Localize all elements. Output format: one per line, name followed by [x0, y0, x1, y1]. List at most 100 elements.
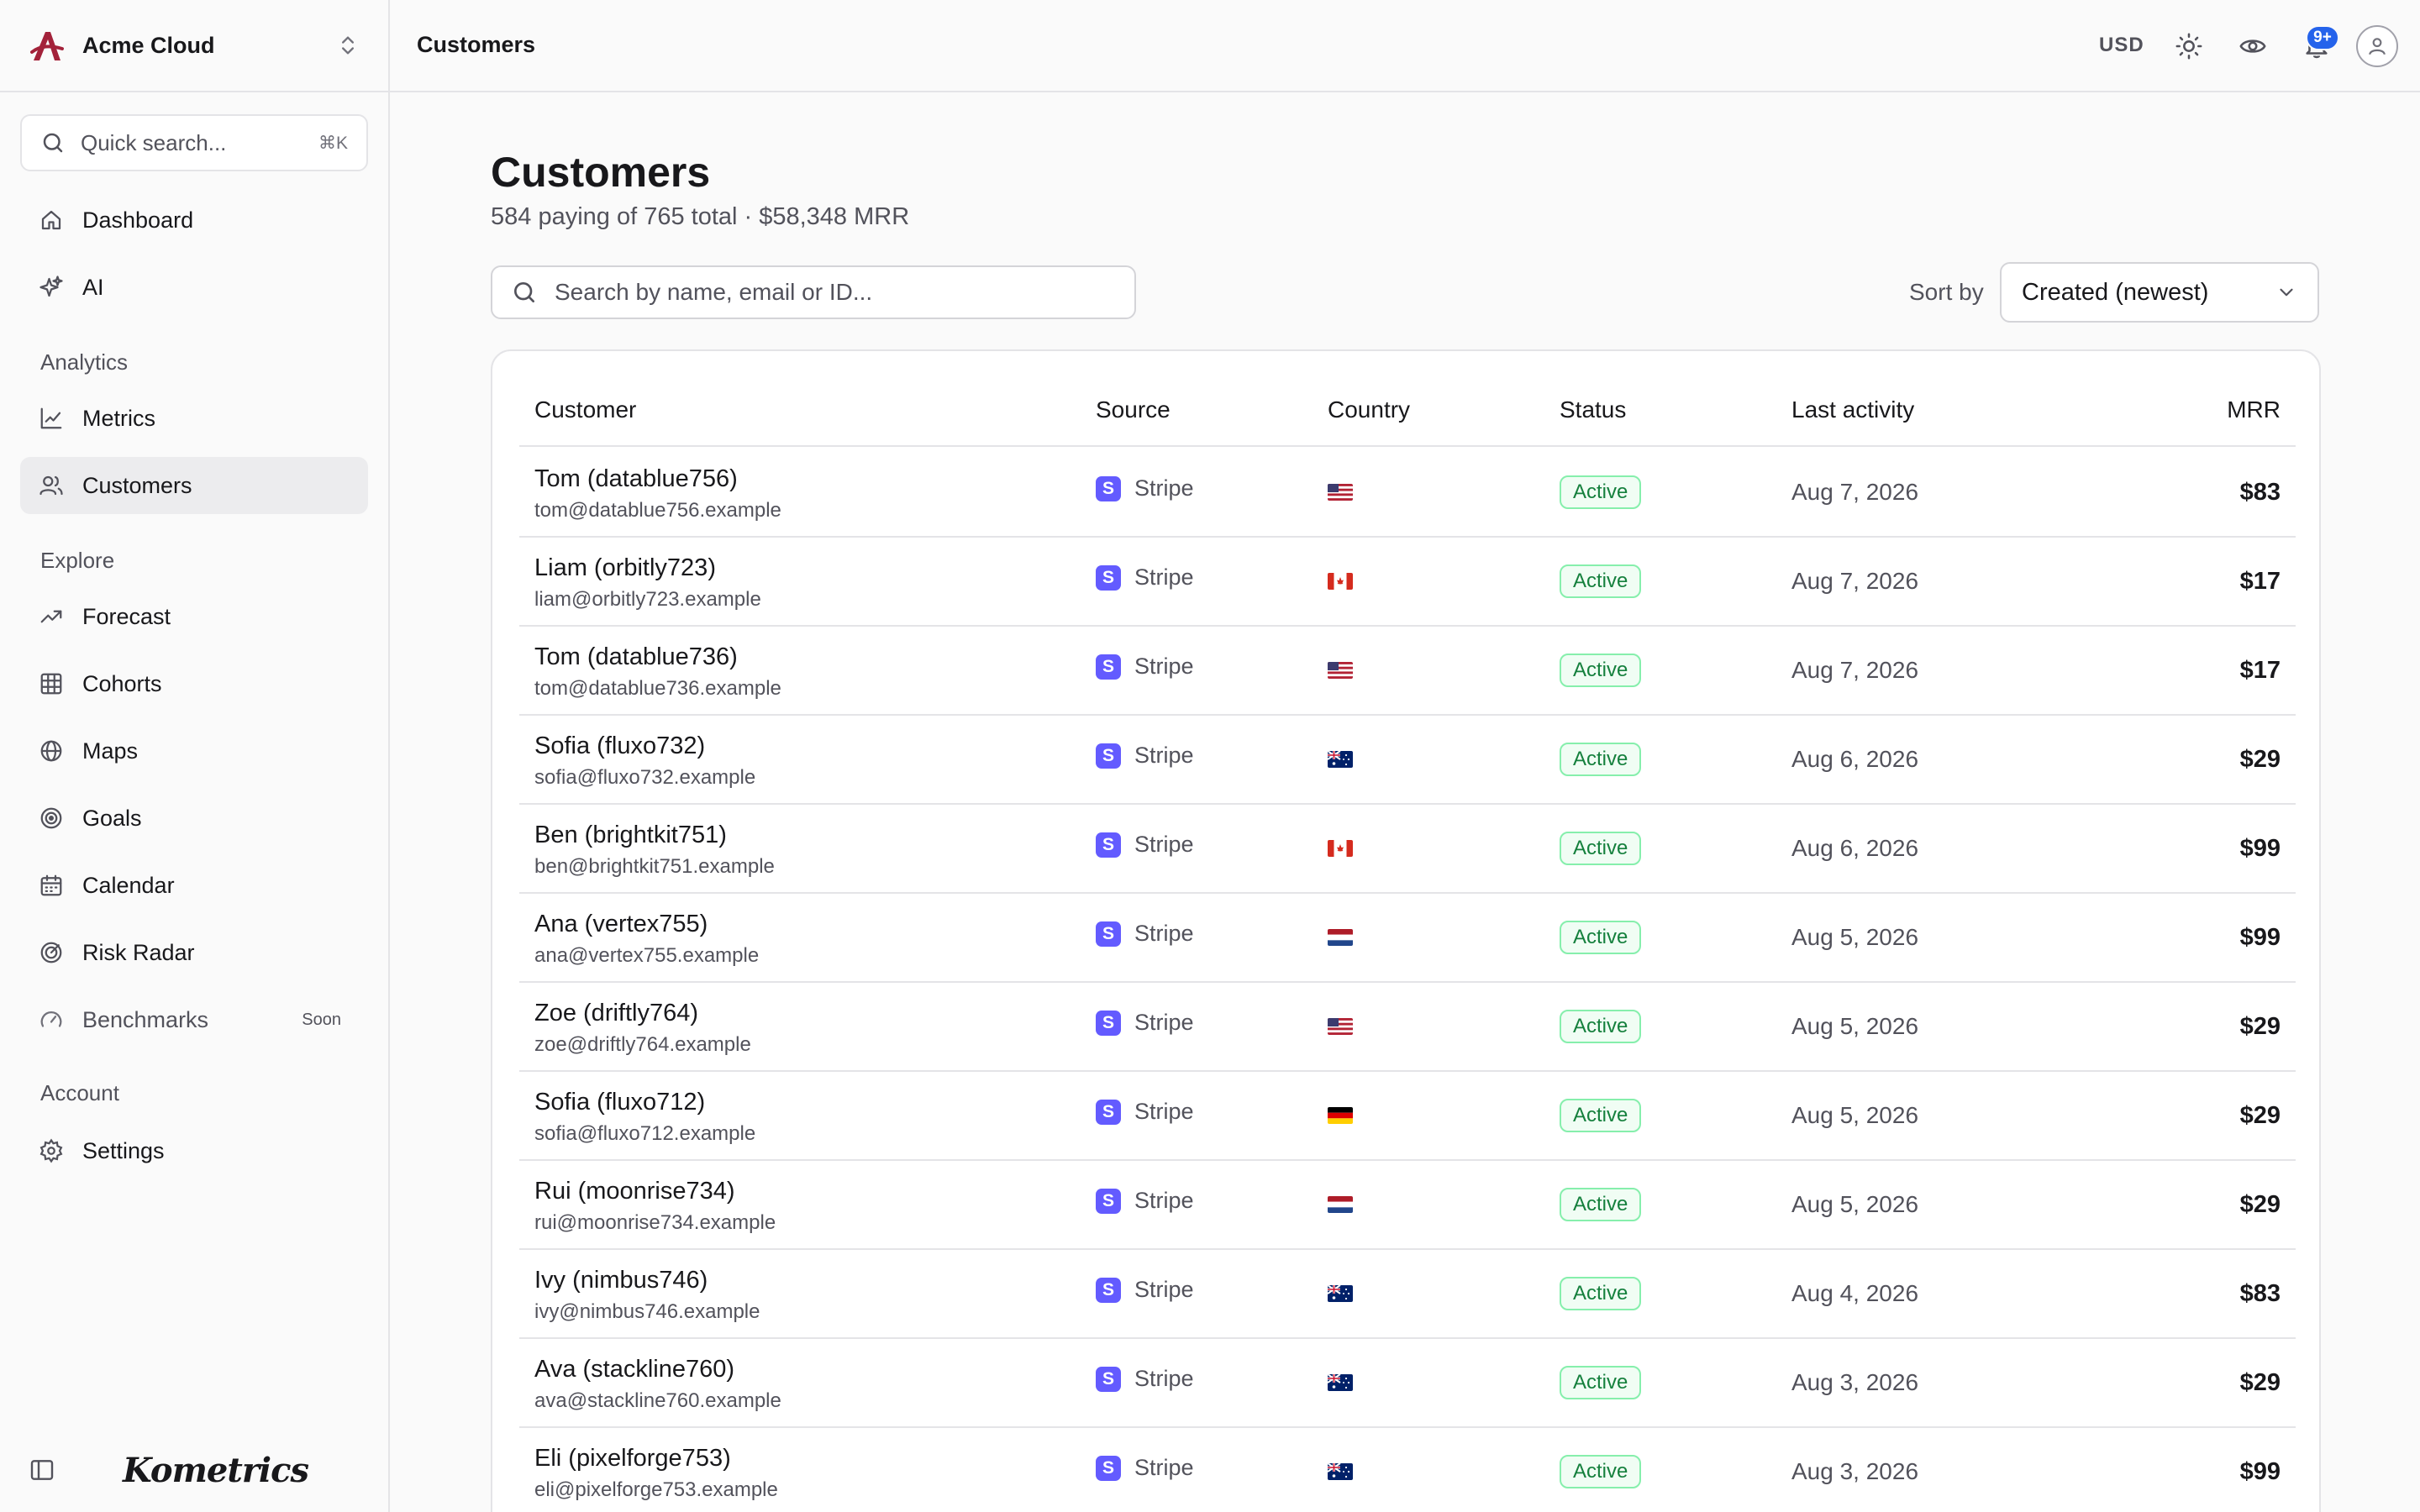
column-header-source[interactable]: Source [1096, 396, 1171, 423]
status-badge: Active [1560, 743, 1642, 776]
table-row[interactable]: Tom (datablue756) tom@datablue756.example… [519, 449, 2296, 538]
customer-name[interactable]: Sofia (fluxo732) [534, 732, 705, 760]
stripe-icon: S [1096, 1099, 1121, 1125]
customer-search-input[interactable] [555, 279, 1116, 306]
sidebar-item-benchmarks[interactable]: Benchmarks Soon [20, 991, 368, 1048]
customer-name[interactable]: Liam (orbitly723) [534, 554, 716, 582]
trending-up-icon [40, 610, 62, 623]
target-icon [40, 807, 62, 829]
section-label-account: Account [40, 1080, 119, 1105]
sidebar-item-label: Calendar [82, 872, 175, 898]
flag-nl-icon [1328, 929, 1353, 946]
customer-name[interactable]: Sofia (fluxo712) [534, 1089, 705, 1116]
sidebar-item-metrics[interactable]: Metrics [20, 390, 368, 447]
customer-name[interactable]: Ben (brightkit751) [534, 822, 727, 849]
sidebar-item-risk-radar[interactable]: Risk Radar [20, 924, 368, 981]
sun-icon[interactable] [2175, 32, 2203, 60]
status-badge: Active [1560, 654, 1642, 687]
flag-ca-icon [1328, 840, 1353, 857]
notification-badge: 9+ [2306, 25, 2339, 50]
column-header-status[interactable]: Status [1560, 396, 1626, 423]
source-cell: S Stripe [1096, 1188, 1194, 1214]
customer-name[interactable]: Ava (stackline760) [534, 1356, 734, 1383]
table-row[interactable]: Zoe (driftly764) zoe@driftly764.example S S… [519, 983, 2296, 1072]
source-cell: S Stripe [1096, 475, 1194, 501]
source-cell: S Stripe [1096, 654, 1194, 680]
customer-name[interactable]: Zoe (driftly764) [534, 1000, 698, 1027]
last-activity: Aug 5, 2026 [1791, 1191, 1919, 1217]
flag-us-icon [1328, 662, 1353, 679]
quick-search-shortcut: ⌘K [318, 133, 348, 153]
mrr-value: $29 [2239, 1102, 2281, 1129]
customer-name[interactable]: Eli (pixelforge753) [534, 1445, 731, 1473]
last-activity: Aug 3, 2026 [1791, 1458, 1919, 1484]
sidebar-item-settings[interactable]: Settings [20, 1122, 368, 1179]
workspace-name: Acme Cloud [82, 32, 215, 58]
column-header-mrr[interactable]: MRR [2227, 396, 2281, 423]
table-row[interactable]: Tom (datablue736) tom@datablue736.example… [519, 627, 2296, 716]
stripe-icon: S [1096, 921, 1121, 947]
sort-select[interactable]: Created (newest) [2000, 262, 2319, 323]
table-row[interactable]: Ivy (nimbus746) ivy@nimbus746.example S Str… [519, 1250, 2296, 1339]
table-row[interactable]: Ben (brightkit751) ben@brightkit751.examp… [519, 805, 2296, 894]
sidebar-item-cohorts[interactable]: Cohorts [20, 655, 368, 712]
table-row[interactable]: Eli (pixelforge753) eli@pixelforge753.exa… [519, 1428, 2296, 1512]
last-activity: Aug 7, 2026 [1791, 479, 1919, 505]
status-badge: Active [1560, 1099, 1642, 1132]
table-row[interactable]: Rui (moonrise734) rui@moonrise734.example… [519, 1161, 2296, 1250]
mrr-value: $83 [2239, 479, 2281, 506]
sidebar-item-goals[interactable]: Goals [20, 790, 368, 847]
sidebar-item-ai[interactable]: AI [20, 259, 368, 316]
sidebar-toggle-icon[interactable] [29, 1457, 55, 1483]
column-header-customer[interactable]: Customer [534, 396, 636, 423]
status-badge: Active [1560, 1455, 1642, 1488]
sidebar-item-calendar[interactable]: Calendar [20, 857, 368, 914]
table-row[interactable]: Sofia (fluxo712) sofia@fluxo712.example S S… [519, 1072, 2296, 1161]
stripe-icon: S [1096, 654, 1121, 680]
source-cell: S Stripe [1096, 1099, 1194, 1125]
last-activity: Aug 7, 2026 [1791, 657, 1919, 683]
avatar[interactable] [2356, 25, 2398, 67]
table-row[interactable]: Sofia (fluxo732) sofia@fluxo732.example S S… [519, 716, 2296, 805]
sparkles-icon [39, 276, 63, 297]
flag-de-icon [1328, 1107, 1353, 1124]
customer-email: ivy@nimbus746.example [534, 1300, 760, 1323]
customer-name[interactable]: Tom (datablue756) [534, 465, 738, 493]
customer-email: liam@orbitly723.example [534, 588, 761, 611]
customer-name[interactable]: Ana (vertex755) [534, 911, 708, 938]
customer-name[interactable]: Rui (moonrise734) [534, 1178, 735, 1205]
table-row[interactable]: Liam (orbitly723) liam@orbitly723.example… [519, 538, 2296, 627]
customer-email: ana@vertex755.example [534, 944, 760, 967]
last-activity: Aug 3, 2026 [1791, 1369, 1919, 1395]
sidebar-item-customers[interactable]: Customers [20, 457, 368, 514]
workspace-switcher[interactable]: Acme Cloud [0, 0, 388, 92]
source-cell: S Stripe [1096, 1277, 1194, 1303]
customer-email: ava@stackline760.example [534, 1389, 781, 1412]
flag-au-icon [1328, 751, 1353, 768]
grid-icon [40, 673, 62, 695]
breadcrumb: Customers [417, 32, 536, 57]
column-header-last-activity[interactable]: Last activity [1791, 396, 1914, 423]
last-activity: Aug 5, 2026 [1791, 1013, 1919, 1039]
currency-selector[interactable]: USD [2099, 34, 2144, 57]
customer-name[interactable]: Ivy (nimbus746) [534, 1267, 708, 1294]
customer-search[interactable] [491, 265, 1136, 319]
main-content: Customers 584 paying of 765 total · $58,… [390, 94, 2420, 1512]
sidebar-item-dashboard[interactable]: Dashboard [20, 192, 368, 249]
mrr-value: $29 [2239, 1191, 2281, 1218]
customer-name[interactable]: Tom (datablue736) [534, 643, 738, 671]
flag-au-icon [1328, 1374, 1353, 1391]
stripe-icon: S [1096, 743, 1121, 769]
table-row[interactable]: Ava (stackline760) ava@stackline760.examp… [519, 1339, 2296, 1428]
sidebar-footer: Kometrics [0, 1428, 388, 1512]
mrr-value: $29 [2239, 746, 2281, 773]
quick-search[interactable]: Quick search... ⌘K [20, 114, 368, 171]
section-label-explore: Explore [40, 548, 115, 573]
eye-icon[interactable] [2238, 32, 2267, 60]
table-row[interactable]: Ana (vertex755) ana@vertex755.example S Str… [519, 894, 2296, 983]
sidebar-item-forecast[interactable]: Forecast [20, 588, 368, 645]
sidebar-item-maps[interactable]: Maps [20, 722, 368, 780]
product-wordmark: Kometrics [123, 1450, 309, 1490]
stripe-icon: S [1096, 475, 1121, 501]
column-header-country[interactable]: Country [1328, 396, 1410, 423]
